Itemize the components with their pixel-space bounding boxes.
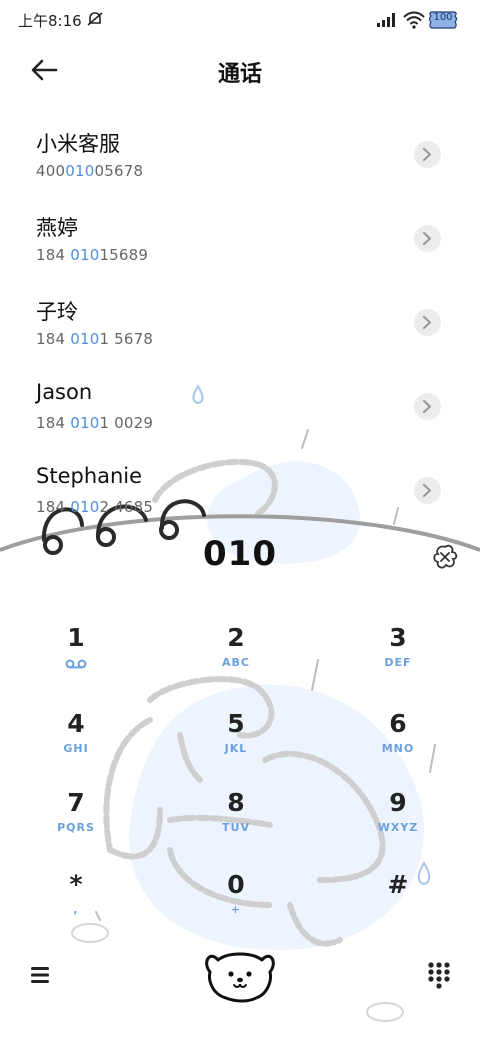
key-digit: 1 [67,623,85,652]
key-digit: 6 [389,709,407,738]
key-letters: JKL [224,742,248,755]
contact-number: 184 0101 5678 [36,330,153,348]
key-digit: # [387,870,409,899]
contact-name: Jason [36,380,93,404]
dialed-number: 010 [203,534,277,574]
key-letters: ABC [222,656,250,669]
contact-name: 小米客服 [36,132,120,156]
number-prefix: 184 [36,414,71,432]
key-8[interactable]: 8 TUV [181,787,291,855]
number-suffix: 15689 [99,246,149,264]
number-prefix: 184 [36,498,71,516]
battery-level: 100 [433,12,453,23]
contact-number: 184 0101 0029 [36,414,153,432]
key-letters: TUV [222,821,250,834]
app-header: 通话 [0,44,480,98]
mute-bell-icon [87,12,103,26]
number-prefix: 184 [36,246,71,264]
contact-row[interactable]: Stephanie 184 0102 4685 [0,448,480,532]
key-digit: 7 [67,788,85,817]
contact-name: 燕婷 [36,216,78,240]
number-suffix: 1 0029 [99,414,154,432]
key-digit: 4 [67,709,85,738]
dialpad-icon[interactable] [426,960,452,990]
hamburger-menu-icon[interactable] [28,962,54,988]
key-digit: 2 [227,623,245,652]
key-hash[interactable]: # [343,869,453,937]
key-3[interactable]: 3 DEF [343,622,453,690]
wifi-icon [403,11,425,29]
voicemail-icon [65,659,87,669]
key-letters: WXYZ [377,821,419,834]
key-letters: GHI [63,742,89,755]
contact-detail-button[interactable] [414,309,441,336]
contact-detail-button[interactable] [414,141,441,168]
key-letters: , [73,903,79,916]
contact-row[interactable]: 小米客服 40001005678 [0,112,480,196]
chevron-right-icon [422,316,432,329]
chevron-right-icon [422,148,432,161]
key-1[interactable]: 1 [21,622,131,690]
number-prefix: 400 [36,162,66,180]
key-letters: PQRS [57,821,95,834]
key-digit: 3 [389,623,407,652]
number-match: 010 [65,162,95,180]
key-4[interactable]: 4 GHI [21,708,131,776]
key-letters: MNO [381,742,415,755]
chevron-right-icon [422,232,432,245]
dog-face-icon[interactable] [204,946,276,1004]
chevron-right-icon [422,400,432,413]
backspace-icon[interactable] [432,544,458,570]
key-9[interactable]: 9 WXYZ [343,787,453,855]
number-suffix: 05678 [94,162,144,180]
key-5[interactable]: 5 JKL [181,708,291,776]
key-digit: 8 [227,788,245,817]
key-letters: DEF [384,656,412,669]
number-match: 010 [70,498,100,516]
contact-number: 184 01015689 [36,246,148,264]
number-suffix: 2 4685 [99,498,154,516]
number-match: 010 [70,330,100,348]
key-letters: + [230,903,242,916]
number-prefix: 184 [36,330,71,348]
contact-name: Stephanie [36,464,143,488]
key-6[interactable]: 6 MNO [343,708,453,776]
key-2[interactable]: 2 ABC [181,622,291,690]
key-digit: 0 [227,870,245,899]
key-star[interactable]: * , [21,869,131,937]
page-title: 通话 [217,62,262,87]
status-time: 上午8:16 [18,12,82,30]
signal-icon [377,13,395,27]
chevron-right-icon [422,484,432,497]
contact-detail-button[interactable] [414,393,441,420]
key-digit: 9 [389,788,407,817]
key-digit: 5 [227,709,245,738]
number-match: 010 [70,414,100,432]
contact-number: 184 0102 4685 [36,498,153,516]
contact-number: 40001005678 [36,162,143,180]
contact-row[interactable]: 燕婷 184 01015689 [0,196,480,280]
contact-row[interactable]: Jason 184 0101 0029 [0,364,480,448]
contact-name: 子玲 [36,300,78,324]
number-suffix: 1 5678 [99,330,154,348]
number-match: 010 [70,246,100,264]
key-0[interactable]: 0 + [181,869,291,937]
contact-row[interactable]: 子玲 184 0101 5678 [0,280,480,364]
status-bar: 上午8:16 100 [0,0,480,40]
contact-detail-button[interactable] [414,225,441,252]
key-digit: * [69,870,83,899]
contact-detail-button[interactable] [414,477,441,504]
key-7[interactable]: 7 PQRS [21,787,131,855]
